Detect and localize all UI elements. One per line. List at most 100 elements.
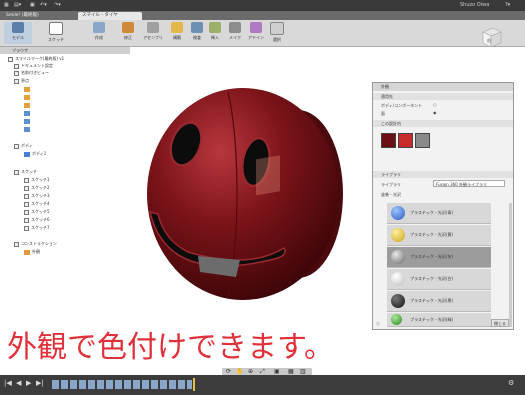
select-label: 選択 xyxy=(273,37,281,42)
library-item-label: プラスチック - 光沢(黄) xyxy=(410,232,454,237)
insert-icon xyxy=(209,22,221,33)
modify-icon xyxy=(122,22,134,33)
tree-item[interactable] xyxy=(24,109,32,116)
tree-item[interactable]: 原点 xyxy=(14,77,29,84)
tree-root[interactable]: スマイルマーク(最終版) v1 xyxy=(8,55,64,62)
sketch-icon xyxy=(49,22,63,35)
addins-icon xyxy=(250,22,262,33)
tree-item[interactable]: ボディ1 xyxy=(24,150,46,157)
tree-item[interactable]: スケッチ5 xyxy=(24,208,50,215)
close-button[interactable]: 閉じる xyxy=(491,319,509,327)
library-item[interactable]: プラスチック - 光沢(黄) xyxy=(387,225,491,246)
swatch-red[interactable] xyxy=(381,133,396,148)
tree-item[interactable]: スケッチ4 xyxy=(24,200,50,207)
timeline-prev-icon[interactable]: ◀ xyxy=(16,379,21,387)
help-icon[interactable]: ?▾ xyxy=(505,1,510,10)
redo-icon[interactable]: ↷▾ xyxy=(54,1,61,10)
timeline-features[interactable] xyxy=(52,380,192,389)
swatch-gray[interactable] xyxy=(415,133,430,148)
tree-item-label: スケッチ5 xyxy=(31,209,50,214)
tree-item[interactable]: 外観 xyxy=(24,248,40,255)
eye-icon[interactable] xyxy=(8,56,13,62)
create-group[interactable]: 作成 xyxy=(82,22,116,44)
timeline-settings-icon[interactable]: ⚙ xyxy=(508,379,514,387)
workspace-switcher[interactable]: モデル xyxy=(4,22,32,44)
tree-item[interactable]: スケッチ7 xyxy=(24,224,50,231)
caption-text: 外観で色付けできます。 xyxy=(7,330,334,365)
library-item[interactable]: プラスチック - 光沢(青) xyxy=(387,203,491,224)
addins-group[interactable]: アドイン xyxy=(246,22,266,44)
timeline-bar: |◀ ◀ ▶ ▶| ⚙ xyxy=(0,375,525,395)
tree-item[interactable] xyxy=(24,101,32,108)
tree-item-label: スケッチ xyxy=(21,169,37,174)
swatch-bright-red[interactable] xyxy=(398,133,413,148)
library-item-selected[interactable]: プラスチック - 光沢(灰) xyxy=(387,247,491,268)
axis-icon xyxy=(24,110,30,116)
library-select[interactable]: Fusion 360 外観ライブラリ xyxy=(433,180,505,187)
option-face-radio[interactable]: ◉ xyxy=(433,110,437,115)
model-highlight xyxy=(256,155,280,196)
body-icon xyxy=(24,151,30,157)
timeline-play-icon[interactable]: ▶ xyxy=(26,379,31,387)
modify-group[interactable]: 修正 xyxy=(118,22,138,44)
model-face xyxy=(147,88,339,300)
sketch-label: スケッチ xyxy=(48,37,64,42)
tree-item[interactable]: スケッチ1 xyxy=(24,176,50,183)
library-scrollbar[interactable] xyxy=(509,203,512,327)
folder-icon xyxy=(14,143,19,149)
view-cube[interactable]: 前 xyxy=(478,24,504,50)
undo-icon[interactable]: ↶▾ xyxy=(40,1,47,10)
option-body-radio[interactable]: ○ xyxy=(433,102,437,107)
apply-section[interactable]: 適用先 xyxy=(373,93,513,100)
ribbon-toolbar: モデル スケッチ 作成 修正 アセンブリ 構築 検査 挿入 メイク アドイン 選… xyxy=(0,20,525,47)
timeline-start-icon[interactable]: |◀ xyxy=(4,379,12,387)
tree-item[interactable]: スケッチ xyxy=(14,168,37,175)
timeline-end-icon[interactable]: ▶| xyxy=(36,379,44,387)
in-design-section[interactable]: この設計内 xyxy=(373,120,513,127)
category-path[interactable]: 塗装 - 光沢 xyxy=(381,192,401,198)
tree-item[interactable] xyxy=(24,125,32,132)
save-icon[interactable]: ▣ xyxy=(30,1,35,10)
tree-item[interactable] xyxy=(24,85,32,92)
tree-item[interactable]: スケッチ3 xyxy=(24,192,50,199)
tree-item-label: 外観 xyxy=(32,249,40,254)
select-group[interactable]: 選択 xyxy=(268,22,286,44)
library-item[interactable]: プラスチック - 光沢(黒) xyxy=(387,291,491,312)
assemble-group[interactable]: アセンブリ xyxy=(140,22,166,44)
library-item[interactable]: プラスチック - 光沢(緑) xyxy=(387,313,491,327)
material-swatch-icon xyxy=(391,250,405,264)
sketch-icon xyxy=(24,225,29,231)
library-item[interactable]: プラスチック - 光沢(白) xyxy=(387,269,491,290)
info-icon[interactable]: ⓘ xyxy=(376,321,380,327)
folder-icon xyxy=(14,78,19,84)
insert-group[interactable]: 挿入 xyxy=(206,22,224,44)
smiley-model[interactable] xyxy=(128,72,358,312)
tree-item[interactable]: コンストラクション xyxy=(14,240,57,247)
title-bar: ▦ ▤▾ ▣ ↶▾ ↷▾ Shuzo Oiwa ?▾ xyxy=(0,0,525,11)
material-swatch-icon xyxy=(391,314,402,325)
tree-item[interactable]: ボディ xyxy=(14,142,33,149)
tree-item[interactable]: ドキュメント設定 xyxy=(14,62,53,69)
appearance-panel: 外観 適用先 ボディ/コンポーネント ○ 面 ◉ この設計内 ライブラリ ライブ… xyxy=(372,82,514,330)
tab-smile[interactable]: Smile! (最終版) xyxy=(2,12,66,20)
browser-header[interactable]: ブラウザ xyxy=(0,47,130,54)
timeline-marker[interactable] xyxy=(193,378,195,391)
sketch-group[interactable]: スケッチ xyxy=(40,22,72,44)
inspect-group[interactable]: 検査 xyxy=(188,22,206,44)
construct-group[interactable]: 構築 xyxy=(168,22,186,44)
file-icon[interactable]: ▤▾ xyxy=(14,1,21,10)
tree-item[interactable] xyxy=(24,93,32,100)
construct-icon xyxy=(171,22,183,33)
tree-item[interactable]: スケッチ2 xyxy=(24,184,50,191)
panel-title[interactable]: 外観 xyxy=(373,83,513,91)
user-name[interactable]: Shuzo Oiwa xyxy=(460,1,489,10)
tree-item[interactable]: スケッチ6 xyxy=(24,216,50,223)
tree-item-label: スケッチ6 xyxy=(31,217,50,222)
option-body: ボディ/コンポーネント xyxy=(381,103,423,108)
library-section[interactable]: ライブラリ xyxy=(373,171,513,178)
app-menu-icon[interactable]: ▦ xyxy=(4,1,9,10)
tree-item[interactable] xyxy=(24,117,32,124)
make-group[interactable]: メイク xyxy=(226,22,244,44)
tab-tire[interactable]: スマイル - タイヤ xyxy=(78,12,142,20)
tree-item[interactable]: 名前付きビュー xyxy=(14,69,49,76)
